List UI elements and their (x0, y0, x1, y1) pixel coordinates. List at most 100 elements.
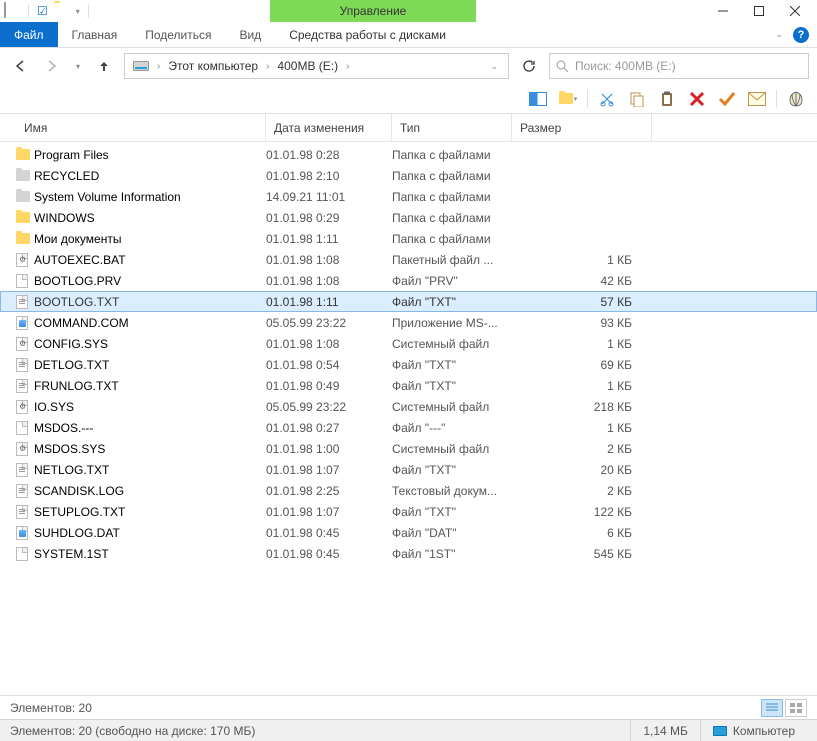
ribbon-context-tab[interactable]: Управление (270, 0, 476, 22)
file-type-icon (16, 189, 34, 205)
file-row[interactable]: Program Files01.01.98 0:28Папка с файлам… (0, 144, 817, 165)
help-icon[interactable]: ? (793, 27, 809, 43)
file-row[interactable]: AUTOEXEC.BAT01.01.98 1:08Пакетный файл .… (0, 249, 817, 270)
column-size[interactable]: Размер (512, 114, 652, 141)
file-tab[interactable]: Файл (0, 22, 58, 47)
file-row[interactable]: SYSTEM.1ST01.01.98 0:45Файл "1ST"545 КБ (0, 543, 817, 564)
file-size: 2 КБ (512, 442, 652, 456)
file-date: 01.01.98 1:08 (266, 337, 392, 351)
file-name: AUTOEXEC.BAT (34, 253, 266, 267)
file-name: RECYCLED (34, 169, 266, 183)
file-type-icon (16, 546, 34, 562)
file-row[interactable]: SCANDISK.LOG01.01.98 2:25Текстовый докум… (0, 480, 817, 501)
file-type-icon (16, 168, 34, 184)
cut-icon[interactable] (596, 88, 618, 110)
file-type: Файл "TXT" (392, 358, 512, 372)
file-type-icon (16, 294, 34, 310)
large-icons-view-button[interactable] (785, 699, 807, 717)
paste-icon[interactable] (656, 88, 678, 110)
column-date[interactable]: Дата изменения (266, 114, 392, 141)
file-type: Папка с файлами (392, 211, 512, 225)
tab-share[interactable]: Поделиться (131, 22, 225, 47)
file-date: 05.05.99 23:22 (266, 316, 392, 330)
file-date: 01.01.98 0:45 (266, 547, 392, 561)
folder-small-icon[interactable] (54, 3, 70, 19)
file-row[interactable]: CONFIG.SYS01.01.98 1:08Системный файл1 К… (0, 333, 817, 354)
tab-drive-tools[interactable]: Средства работы с дисками (275, 22, 460, 47)
status-summary: Элементов: 20 (свободно на диске: 170 МБ… (10, 724, 255, 738)
checkmark-icon[interactable] (716, 88, 738, 110)
file-date: 01.01.98 1:00 (266, 442, 392, 456)
file-size: 69 КБ (512, 358, 652, 372)
file-row[interactable]: SUHDLOG.DAT01.01.98 0:45Файл "DAT"6 КБ (0, 522, 817, 543)
file-row[interactable]: BOOTLOG.PRV01.01.98 1:08Файл "PRV"42 КБ (0, 270, 817, 291)
back-button[interactable] (8, 54, 32, 78)
search-icon (556, 60, 569, 73)
file-row[interactable]: NETLOG.TXT01.01.98 1:07Файл "TXT"20 КБ (0, 459, 817, 480)
breadcrumb-drive-icon[interactable]: › (129, 61, 164, 72)
file-date: 01.01.98 2:10 (266, 169, 392, 183)
tab-home[interactable]: Главная (58, 22, 132, 47)
file-row[interactable]: IO.SYS05.05.99 23:22Системный файл218 КБ (0, 396, 817, 417)
details-view-button[interactable] (761, 699, 783, 717)
forward-button[interactable] (40, 54, 64, 78)
file-type-icon (16, 462, 34, 478)
column-type[interactable]: Тип (392, 114, 512, 141)
maximize-button[interactable] (741, 0, 777, 22)
file-row[interactable]: FRUNLOG.TXT01.01.98 0:49Файл "TXT"1 КБ (0, 375, 817, 396)
file-type: Системный файл (392, 400, 512, 414)
file-type: Папка с файлами (392, 190, 512, 204)
address-dropdown-icon[interactable]: ⌄ (484, 61, 504, 72)
close-button[interactable] (777, 0, 813, 22)
mail-icon[interactable] (746, 88, 768, 110)
file-type: Файл "1ST" (392, 547, 512, 561)
tab-view[interactable]: Вид (225, 22, 275, 47)
file-size: 1 КБ (512, 253, 652, 267)
delete-icon[interactable] (686, 88, 708, 110)
file-name: IO.SYS (34, 400, 266, 414)
shell-icon[interactable] (785, 88, 807, 110)
qat-dropdown-icon[interactable]: ▾ (76, 7, 80, 16)
folder-open-icon[interactable]: ▾ (557, 88, 579, 110)
file-type: Пакетный файл ... (392, 253, 512, 267)
file-date: 05.05.99 23:22 (266, 400, 392, 414)
copy-icon[interactable] (626, 88, 648, 110)
file-size: 2 КБ (512, 484, 652, 498)
file-date: 01.01.98 1:11 (266, 232, 392, 246)
file-size: 1 КБ (512, 337, 652, 351)
search-input[interactable]: Поиск: 400MB (E:) (549, 53, 809, 79)
file-name: BOOTLOG.TXT (34, 295, 266, 309)
file-row[interactable]: SETUPLOG.TXT01.01.98 1:07Файл "TXT"122 К… (0, 501, 817, 522)
checkbox-checked-icon[interactable]: ☑ (37, 4, 48, 18)
file-type: Файл "TXT" (392, 295, 512, 309)
minimize-button[interactable] (705, 0, 741, 22)
refresh-button[interactable] (517, 54, 541, 78)
breadcrumb-current[interactable]: 400MB (E:)› (273, 59, 353, 73)
file-name: BOOTLOG.PRV (34, 274, 266, 288)
up-button[interactable] (92, 54, 116, 78)
file-size: 57 КБ (512, 295, 652, 309)
address-bar[interactable]: › Этот компьютер› 400MB (E:)› ⌄ (124, 53, 509, 79)
file-type: Текстовый докум... (392, 484, 512, 498)
file-row[interactable]: WINDOWS01.01.98 0:29Папка с файлами (0, 207, 817, 228)
breadcrumb-pc[interactable]: Этот компьютер› (164, 59, 273, 73)
file-row[interactable]: COMMAND.COM05.05.99 23:22Приложение MS-.… (0, 312, 817, 333)
file-type-icon (16, 441, 34, 457)
ribbon-collapse-icon[interactable]: ⌄ (775, 29, 783, 40)
file-row[interactable]: BOOTLOG.TXT01.01.98 1:11Файл "TXT"57 КБ (0, 291, 817, 312)
file-row[interactable]: RECYCLED01.01.98 2:10Папка с файлами (0, 165, 817, 186)
file-type-icon (16, 378, 34, 394)
file-row[interactable]: DETLOG.TXT01.01.98 0:54Файл "TXT"69 КБ (0, 354, 817, 375)
column-name[interactable]: Имя (16, 114, 266, 141)
file-list[interactable]: Program Files01.01.98 0:28Папка с файлам… (0, 142, 817, 695)
file-name: MSDOS.--- (34, 421, 266, 435)
file-row[interactable]: MSDOS.SYS01.01.98 1:00Системный файл2 КБ (0, 438, 817, 459)
file-type: Файл "---" (392, 421, 512, 435)
file-row[interactable]: System Volume Information14.09.21 11:01П… (0, 186, 817, 207)
panel-left-icon[interactable] (527, 88, 549, 110)
file-row[interactable]: Мои документы01.01.98 1:11Папка с файлам… (0, 228, 817, 249)
file-row[interactable]: MSDOS.---01.01.98 0:27Файл "---"1 КБ (0, 417, 817, 438)
recent-dropdown-icon[interactable]: ▾ (72, 54, 84, 78)
file-type-icon (16, 315, 34, 331)
file-name: Мои документы (34, 232, 266, 246)
